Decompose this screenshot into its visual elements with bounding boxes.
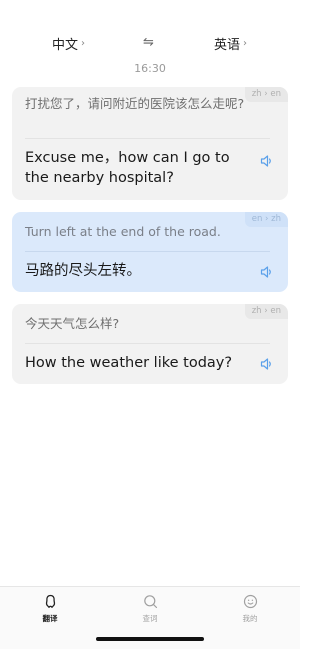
tab-profile-label: 我的 (242, 614, 258, 623)
conversation-timestamp: 16:30 (134, 62, 166, 75)
tab-profile[interactable]: 我的 (220, 594, 280, 624)
translated-text: How the weather like today? (25, 355, 233, 371)
home-indicator[interactable] (96, 637, 204, 641)
language-pair-badge: zh › en (244, 304, 288, 319)
tab-dictionary[interactable]: 查词 (120, 594, 180, 624)
translation-card[interactable]: zh › en 打扰您了，请问附近的医院该怎么走呢? Excuse me，how… (12, 87, 288, 200)
card-divider (25, 251, 270, 252)
app-screen: 中文 › ⇋ 英语 › 16:30 zh › en 打扰您了，请问附近的医院该怎… (0, 0, 300, 649)
language-pair-badge: zh › en (244, 87, 288, 102)
speaker-icon[interactable] (260, 357, 274, 371)
speaker-icon[interactable] (260, 154, 274, 168)
profile-icon (243, 594, 257, 609)
target-language-selector[interactable]: 英语 › (214, 34, 247, 53)
chevron-right-icon: › (81, 38, 86, 49)
translation-card[interactable]: zh › en 今天天气怎么样? How the weather like to… (12, 304, 288, 384)
tab-translate-label: 翻译 (42, 614, 58, 623)
source-text: Turn left at the end of the road. (25, 224, 221, 239)
translate-icon (45, 594, 55, 608)
source-text: 今天天气怎么样? (25, 316, 120, 331)
card-divider (25, 343, 270, 344)
translation-card-active[interactable]: en › zh Turn left at the end of the road… (12, 212, 288, 292)
chevron-right-icon: › (243, 38, 248, 49)
target-language-label: 英语 (214, 38, 241, 53)
search-icon (143, 595, 157, 609)
swap-languages-icon[interactable]: ⇋ (143, 35, 154, 50)
tab-dictionary-label: 查词 (142, 614, 158, 623)
tab-translate[interactable]: 翻译 (20, 594, 80, 624)
card-divider (25, 138, 270, 139)
bottom-tab-bar: 翻译 查词 我的 (0, 586, 300, 649)
translated-text: 马路的尽头左转。 (25, 263, 141, 279)
source-language-label: 中文 (52, 38, 79, 53)
source-language-selector[interactable]: 中文 › (52, 34, 85, 53)
source-text: 打扰您了，请问附近的医院该怎么走呢? (25, 96, 245, 111)
language-pair-badge: en › zh (244, 212, 288, 227)
language-bar: 中文 › ⇋ 英语 › (0, 34, 300, 58)
speaker-icon[interactable] (260, 265, 274, 279)
translated-text: Excuse me，how can I go to the nearby hos… (25, 150, 230, 186)
